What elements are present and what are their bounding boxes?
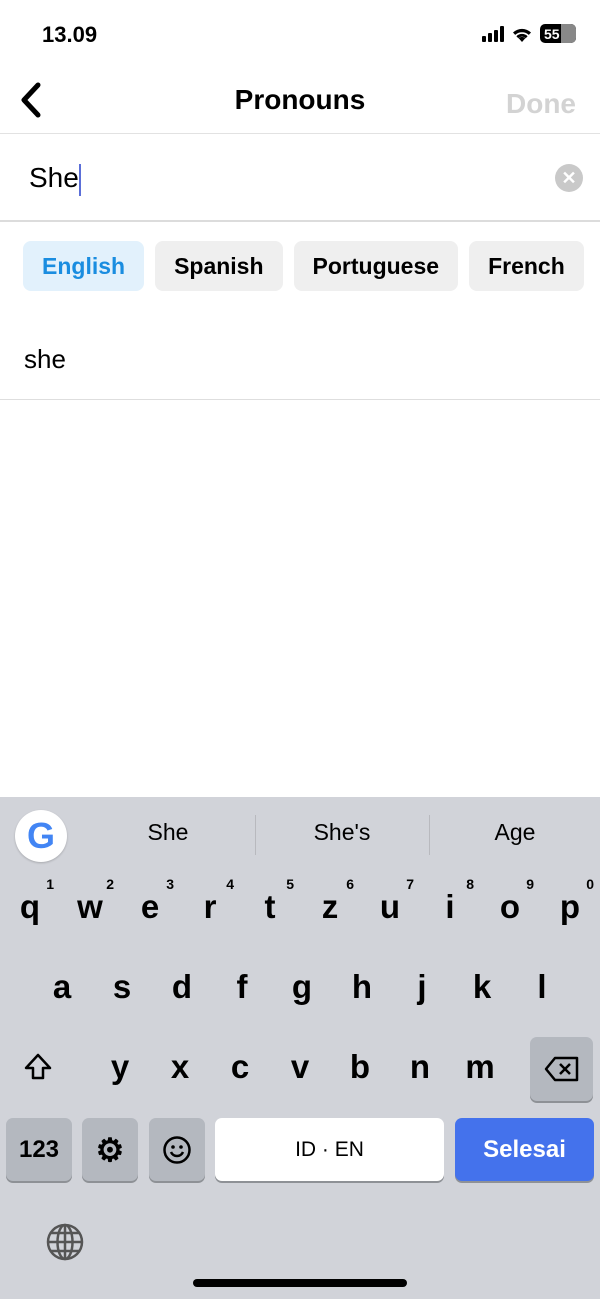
key-m[interactable]: m bbox=[450, 1032, 510, 1102]
key-label: j bbox=[417, 968, 427, 1005]
key-h[interactable]: h bbox=[332, 952, 392, 1022]
key-r[interactable]: r4 bbox=[180, 872, 240, 942]
key-label: r bbox=[203, 888, 217, 925]
status-time: 13.09 bbox=[42, 22, 98, 47]
key-label: t bbox=[264, 888, 276, 925]
key-hint-number: 3 bbox=[166, 876, 174, 892]
nav-bar: Pronouns Done bbox=[0, 64, 600, 134]
clear-icon[interactable]: ✕ bbox=[555, 164, 583, 192]
key-w[interactable]: w2 bbox=[60, 872, 120, 942]
settings-key[interactable]: ⚙ bbox=[82, 1118, 138, 1181]
key-c[interactable]: c bbox=[210, 1032, 270, 1102]
key-l[interactable]: l bbox=[512, 952, 572, 1022]
suggestion-3[interactable]: Age bbox=[428, 819, 600, 846]
key-label: q bbox=[19, 888, 41, 925]
key-label: b bbox=[349, 1048, 371, 1085]
key-label: p bbox=[559, 888, 581, 925]
key-p[interactable]: p0 bbox=[540, 872, 600, 942]
chip-spanish[interactable]: Spanish bbox=[155, 241, 283, 291]
key-hint-number: 0 bbox=[586, 876, 594, 892]
shift-key[interactable] bbox=[8, 1032, 68, 1102]
key-hint-number: 2 bbox=[106, 876, 114, 892]
key-b[interactable]: b bbox=[330, 1032, 390, 1102]
emoji-key[interactable] bbox=[149, 1118, 205, 1181]
key-t[interactable]: t5 bbox=[240, 872, 300, 942]
chip-portuguese[interactable]: Portuguese bbox=[293, 241, 459, 291]
emoji-icon bbox=[163, 1135, 191, 1164]
key-q[interactable]: q1 bbox=[0, 872, 60, 942]
language-chips: English Spanish Portuguese French bbox=[23, 241, 584, 291]
signal-icon bbox=[482, 25, 504, 42]
battery-icon: 55 bbox=[540, 24, 576, 43]
home-indicator bbox=[193, 1279, 407, 1287]
key-i[interactable]: i8 bbox=[420, 872, 480, 942]
key-label: c bbox=[230, 1048, 250, 1085]
key-n[interactable]: n bbox=[390, 1032, 450, 1102]
status-icons: 55 bbox=[482, 24, 576, 43]
done-button[interactable]: Done bbox=[506, 88, 576, 120]
shift-icon bbox=[24, 1053, 52, 1080]
key-s[interactable]: s bbox=[92, 952, 152, 1022]
key-j[interactable]: j bbox=[392, 952, 452, 1022]
key-label: i bbox=[445, 888, 455, 925]
globe-icon[interactable] bbox=[45, 1222, 85, 1262]
google-logo-icon[interactable]: G bbox=[15, 810, 67, 862]
backspace-key[interactable] bbox=[530, 1037, 593, 1101]
key-label: m bbox=[465, 1048, 495, 1085]
enter-key[interactable]: Selesai bbox=[455, 1118, 594, 1181]
key-v[interactable]: v bbox=[270, 1032, 330, 1102]
key-label: g bbox=[291, 968, 313, 1005]
key-label: s bbox=[112, 968, 132, 1005]
key-o[interactable]: o9 bbox=[480, 872, 540, 942]
key-label: e bbox=[140, 888, 160, 925]
numbers-key[interactable]: 123 bbox=[6, 1118, 72, 1181]
key-label: n bbox=[409, 1048, 431, 1085]
key-hint-number: 6 bbox=[346, 876, 354, 892]
suggestion-2[interactable]: She's bbox=[255, 819, 429, 846]
key-hint-number: 5 bbox=[286, 876, 294, 892]
key-label: o bbox=[499, 888, 521, 925]
gear-icon: ⚙ bbox=[95, 1131, 125, 1168]
suggestion-1[interactable]: She bbox=[81, 819, 255, 846]
key-hint-number: 1 bbox=[46, 876, 54, 892]
key-hint-number: 4 bbox=[226, 876, 234, 892]
key-label: h bbox=[351, 968, 373, 1005]
key-hint-number: 8 bbox=[466, 876, 474, 892]
pronoun-search-field: ✕ bbox=[0, 134, 600, 222]
key-label: u bbox=[379, 888, 401, 925]
pronoun-input[interactable] bbox=[29, 162, 529, 194]
result-label: she bbox=[24, 344, 66, 374]
key-e[interactable]: e3 bbox=[120, 872, 180, 942]
key-label: a bbox=[52, 968, 72, 1005]
key-hint-number: 9 bbox=[526, 876, 534, 892]
chip-english[interactable]: English bbox=[23, 241, 145, 291]
key-x[interactable]: x bbox=[150, 1032, 210, 1102]
key-label: l bbox=[537, 968, 547, 1005]
backspace-icon bbox=[544, 1056, 578, 1082]
key-z[interactable]: z6 bbox=[300, 872, 360, 942]
keyboard: G She She's Age q1w2e3r4t5z6u7i8o9p0asdf… bbox=[0, 797, 600, 1299]
key-label: w bbox=[77, 888, 103, 925]
key-f[interactable]: f bbox=[212, 952, 272, 1022]
key-label: d bbox=[171, 968, 193, 1005]
key-label: f bbox=[236, 968, 248, 1005]
key-d[interactable]: d bbox=[152, 952, 212, 1022]
key-a[interactable]: a bbox=[32, 952, 92, 1022]
key-u[interactable]: u7 bbox=[360, 872, 420, 942]
list-item[interactable]: she bbox=[0, 320, 600, 400]
key-hint-number: 7 bbox=[406, 876, 414, 892]
space-key[interactable]: ID · EN bbox=[215, 1118, 444, 1181]
key-label: x bbox=[170, 1048, 190, 1085]
key-k[interactable]: k bbox=[452, 952, 512, 1022]
key-label: y bbox=[110, 1048, 130, 1085]
text-caret bbox=[79, 164, 81, 196]
chip-french[interactable]: French bbox=[469, 241, 584, 291]
wifi-icon bbox=[513, 28, 531, 42]
key-y[interactable]: y bbox=[90, 1032, 150, 1102]
key-label: k bbox=[472, 968, 492, 1005]
key-g[interactable]: g bbox=[272, 952, 332, 1022]
key-label: v bbox=[290, 1048, 310, 1085]
key-label: z bbox=[321, 888, 339, 925]
